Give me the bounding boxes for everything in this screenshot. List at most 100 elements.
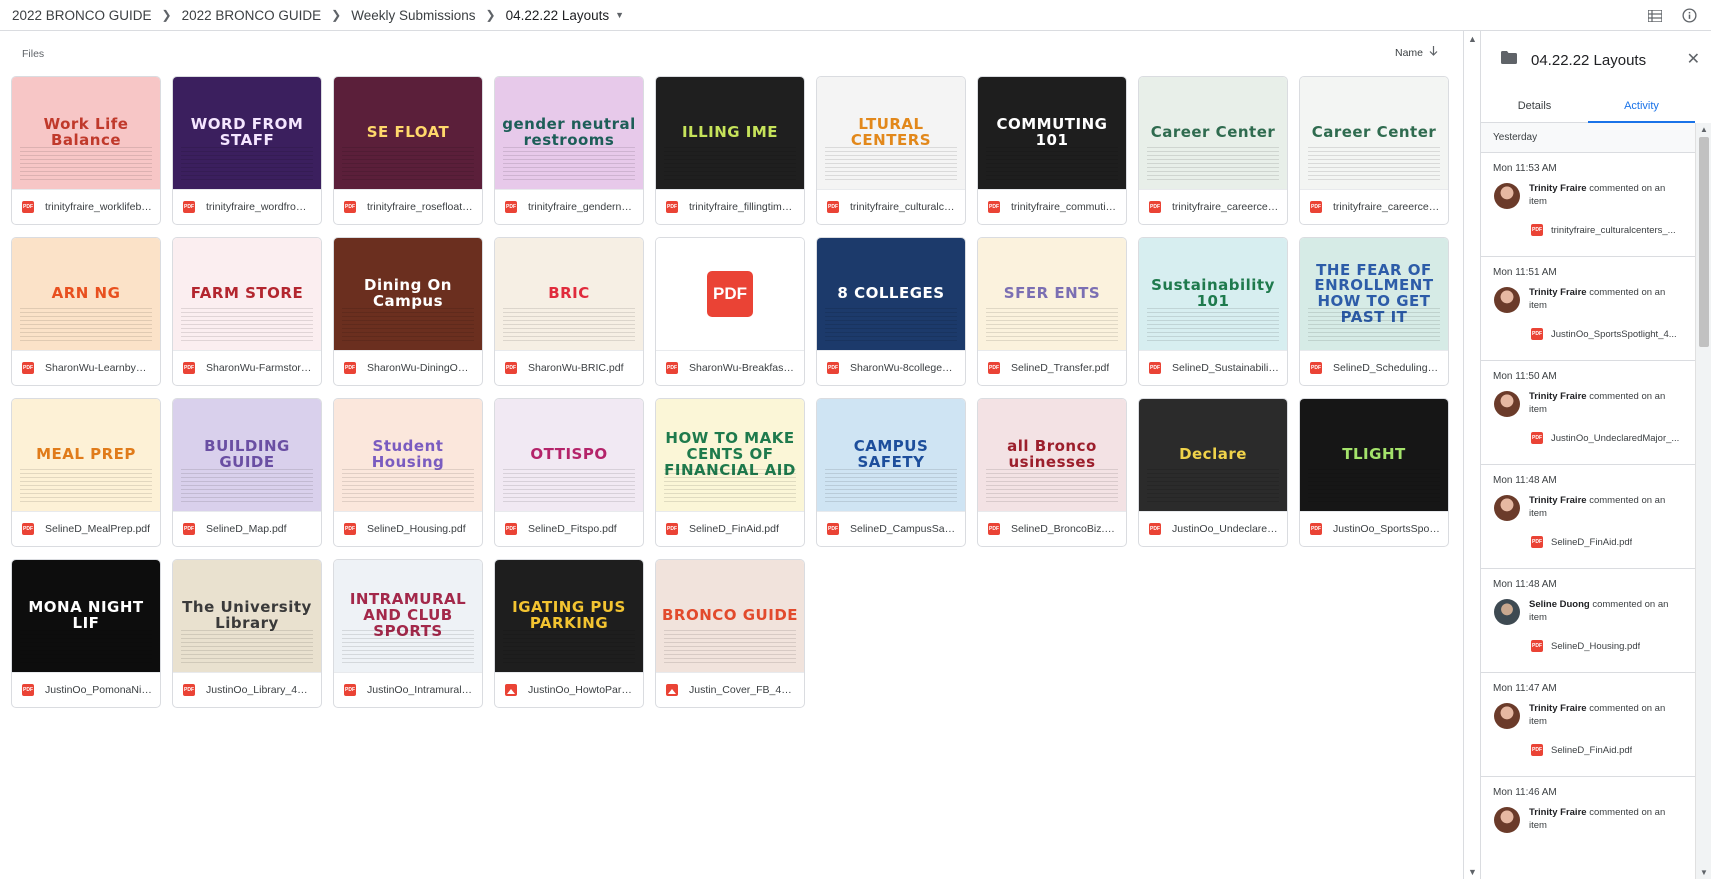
activity-item: Mon 11:53 AM Trinity Fraire commented on … bbox=[1481, 153, 1695, 257]
file-card[interactable]: The University Library PDF JustinOo_Librar… bbox=[172, 559, 322, 708]
file-card[interactable]: BRONCO GUIDE Justin_Cover_FB_4_18.... bbox=[655, 559, 805, 708]
activity-user: Trinity Fraire bbox=[1529, 703, 1587, 714]
file-card[interactable]: WORD FROM STAFF PDF trinityfraire_wordfrom… bbox=[172, 76, 322, 225]
file-name: SelineD_MealPrep.pdf bbox=[45, 523, 151, 535]
scroll-down-icon[interactable]: ▼ bbox=[1700, 868, 1708, 877]
file-thumbnail: WORD FROM STAFF bbox=[173, 77, 321, 190]
file-name: SharonWu-BreakfastGu... bbox=[689, 362, 796, 374]
thumbnail-text-lines bbox=[181, 147, 313, 183]
file-card[interactable]: CAMPUS SAFETY PDF SelineD_CampusSafety... bbox=[816, 398, 966, 547]
activity-time: Mon 11:48 AM bbox=[1493, 579, 1557, 590]
file-card[interactable]: ILLING IME PDF trinityfraire_fillingtime_.… bbox=[655, 76, 805, 225]
activity-file-link[interactable]: PDF SelineD_Housing.pdf bbox=[1531, 640, 1681, 652]
file-card[interactable]: Sustainability 101 PDF SelineD_Sustainabil… bbox=[1138, 237, 1288, 386]
close-icon[interactable]: ✕ bbox=[1687, 49, 1700, 69]
file-card[interactable]: THE FEAR OF ENROLLMENT HOW TO GET PAST I… bbox=[1299, 237, 1449, 386]
scrollbar-thumb[interactable] bbox=[1699, 137, 1709, 347]
file-card[interactable]: LTURAL CENTERS PDF trinityfraire_culturalc… bbox=[816, 76, 966, 225]
file-card[interactable]: OTTISPO PDF SelineD_Fitspo.pdf bbox=[494, 398, 644, 547]
avatar bbox=[1494, 807, 1520, 833]
pdf-icon: PDF bbox=[183, 201, 195, 213]
activity-item: Mon 11:47 AM Trinity Fraire commented on … bbox=[1481, 673, 1695, 777]
file-card[interactable]: PDF PDF SharonWu-BreakfastGu... bbox=[655, 237, 805, 386]
file-thumbnail: BUILDING GUIDE bbox=[173, 399, 321, 512]
tab-activity[interactable]: Activity bbox=[1588, 89, 1695, 123]
sort-control[interactable]: Name bbox=[1395, 46, 1438, 59]
file-card[interactable]: Declare PDF JustinOo_UndeclaredM... bbox=[1138, 398, 1288, 547]
avatar bbox=[1494, 287, 1520, 313]
file-name: JustinOo_HowtoPark_4... bbox=[528, 684, 635, 696]
pdf-icon: PDF bbox=[22, 201, 34, 213]
file-card[interactable]: BUILDING GUIDE PDF SelineD_Map.pdf bbox=[172, 398, 322, 547]
pdf-icon: PDF bbox=[1531, 744, 1543, 756]
breadcrumb-item-2[interactable]: Weekly Submissions bbox=[351, 8, 475, 23]
thumbnail-text-lines bbox=[1308, 308, 1440, 344]
scroll-up-icon[interactable]: ▲ bbox=[1468, 34, 1477, 44]
file-card[interactable]: TLIGHT PDF JustinOo_SportsSpotli... bbox=[1299, 398, 1449, 547]
file-card[interactable]: Work Life Balance PDF trinityfraire_workli… bbox=[11, 76, 161, 225]
file-card[interactable]: Career Center PDF trinityfraire_careercent… bbox=[1299, 76, 1449, 225]
activity-item: Mon 11:51 AM Trinity Fraire commented on … bbox=[1481, 257, 1695, 361]
pdf-icon: PDF bbox=[505, 362, 517, 374]
files-area: Files Name Work Life Balance PDF trinityfr… bbox=[0, 31, 1463, 879]
thumbnail-text-lines bbox=[664, 469, 796, 505]
file-card[interactable]: FARM STORE PDF SharonWu-Farmstore.p... bbox=[172, 237, 322, 386]
file-card[interactable]: all Bronco usinesses PDF SelineD_BroncoBiz… bbox=[977, 398, 1127, 547]
file-card[interactable]: SE FLOAT PDF trinityfraire_rosefloat_v... bbox=[333, 76, 483, 225]
file-card[interactable]: SFER ENTS PDF SelineD_Transfer.pdf bbox=[977, 237, 1127, 386]
scroll-up-icon[interactable]: ▲ bbox=[1700, 125, 1708, 134]
file-thumbnail: ARN NG bbox=[12, 238, 160, 351]
breadcrumb-current-folder[interactable]: 04.22.22 Layouts bbox=[506, 8, 610, 23]
list-view-icon[interactable] bbox=[1647, 8, 1663, 24]
file-card[interactable]: HOW TO MAKE CENTS OF FINANCIAL AID PDF Sel… bbox=[655, 398, 805, 547]
activity-file-link[interactable]: PDF JustinOo_UndeclaredMajor_... bbox=[1531, 432, 1681, 444]
file-name-row: PDF SelineD_Scheduling.pdf bbox=[1300, 351, 1448, 385]
file-thumbnail: SFER ENTS bbox=[978, 238, 1126, 351]
file-card[interactable]: INTRAMURAL AND CLUB SPORTS PDF JustinOo_In… bbox=[333, 559, 483, 708]
chevron-right-icon: ❯ bbox=[331, 8, 342, 22]
file-card[interactable]: ARN NG PDF SharonWu-LearnbyDoin... bbox=[11, 237, 161, 386]
panel-tabs: Details Activity bbox=[1481, 89, 1695, 123]
file-card[interactable]: COMMUTING 101 PDF trinityfraire_commuting.… bbox=[977, 76, 1127, 225]
breadcrumb-item-1[interactable]: 2022 BRONCO GUIDE bbox=[182, 8, 322, 23]
caret-down-icon[interactable]: ▼ bbox=[615, 10, 624, 20]
tab-details[interactable]: Details bbox=[1481, 89, 1588, 122]
breadcrumb-item-0[interactable]: 2022 BRONCO GUIDE bbox=[12, 8, 152, 23]
file-name-row: PDF JustinOo_IntramuralAn... bbox=[334, 673, 482, 707]
file-name-row: PDF SelineD_Fitspo.pdf bbox=[495, 512, 643, 546]
activity-scrollbar[interactable]: ▲ ▼ bbox=[1695, 123, 1711, 879]
thumbnail-title: TLIGHT bbox=[1342, 445, 1406, 464]
file-card[interactable]: Student Housing PDF SelineD_Housing.pdf bbox=[333, 398, 483, 547]
file-card[interactable]: BRIC PDF SharonWu-BRIC.pdf bbox=[494, 237, 644, 386]
info-icon[interactable] bbox=[1681, 8, 1697, 24]
chevron-right-icon: ❯ bbox=[485, 8, 496, 22]
activity-file-link[interactable]: PDF JustinOo_SportsSpotlight_4... bbox=[1531, 328, 1681, 340]
activity-file-link[interactable]: PDF SelineD_FinAid.pdf bbox=[1531, 744, 1681, 756]
file-card[interactable]: Career Center PDF trinityfraire_careercent… bbox=[1138, 76, 1288, 225]
file-name-row: PDF SelineD_CampusSafety... bbox=[817, 512, 965, 546]
file-card[interactable]: gender neutral restrooms PDF trinityfraire… bbox=[494, 76, 644, 225]
pdf-file-icon: PDF bbox=[707, 271, 753, 317]
thumbnail-title: ARN NG bbox=[51, 284, 121, 303]
file-name-row: PDF SharonWu-LearnbyDoin... bbox=[12, 351, 160, 385]
file-card[interactable]: IGATING PUS PARKING JustinOo_HowtoPark_4.… bbox=[494, 559, 644, 708]
file-card[interactable]: Dining On Campus PDF SharonWu-DiningOnCa..… bbox=[333, 237, 483, 386]
pdf-icon: PDF bbox=[666, 201, 678, 213]
file-name: SharonWu-BRIC.pdf bbox=[528, 362, 624, 374]
file-thumbnail: MEAL PREP bbox=[12, 399, 160, 512]
activity-file-link[interactable]: PDF trinityfraire_culturalcenters_... bbox=[1531, 224, 1681, 236]
files-scrollbar[interactable]: ▲ ▼ bbox=[1463, 31, 1480, 879]
file-card[interactable]: MONA NIGHT LIF PDF JustinOo_PomonaNigh... bbox=[11, 559, 161, 708]
activity-file-link[interactable]: PDF SelineD_FinAid.pdf bbox=[1531, 536, 1681, 548]
file-card[interactable]: MEAL PREP PDF SelineD_MealPrep.pdf bbox=[11, 398, 161, 547]
scroll-down-icon[interactable]: ▼ bbox=[1468, 867, 1477, 877]
thumbnail-text-lines bbox=[986, 469, 1118, 505]
thumbnail-text-lines bbox=[1308, 469, 1440, 505]
activity-file-name: SelineD_Housing.pdf bbox=[1551, 640, 1641, 652]
file-name-row: PDF trinityfraire_careercent... bbox=[1300, 190, 1448, 224]
pdf-icon: PDF bbox=[1531, 640, 1543, 652]
file-name: JustinOo_PomonaNigh... bbox=[45, 684, 152, 696]
file-name: SelineD_Housing.pdf bbox=[367, 523, 466, 535]
thumbnail-text-lines bbox=[503, 308, 635, 344]
file-card[interactable]: 8 COLLEGES PDF SharonWu-8colleges.pdf bbox=[816, 237, 966, 386]
